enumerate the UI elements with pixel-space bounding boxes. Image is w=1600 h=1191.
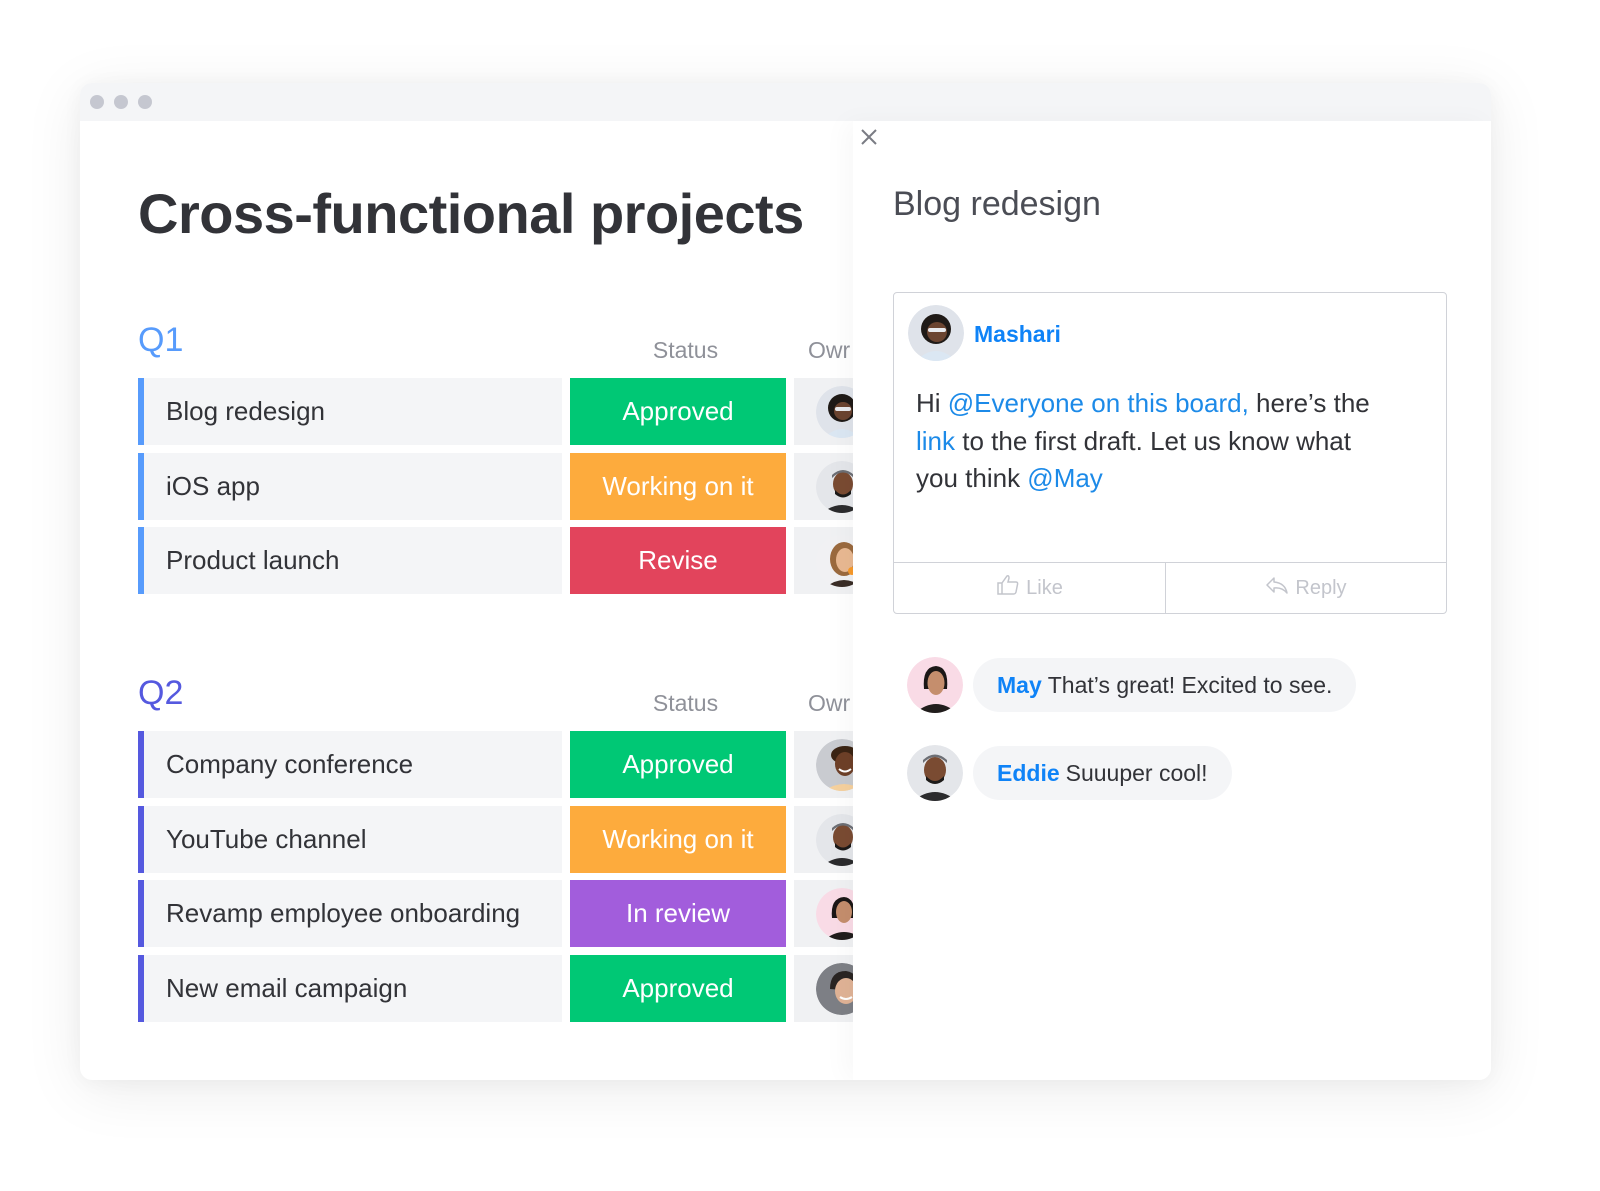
avatar — [907, 745, 963, 801]
table-row[interactable]: Product launch Revise — [138, 527, 914, 594]
item-name[interactable]: Revamp employee onboarding — [138, 880, 562, 947]
reply-text: That’s great! Excited to see. — [1047, 672, 1333, 698]
item-name[interactable]: iOS app — [138, 452, 562, 520]
item-updates-panel: Blog redesign Mashari Hi @Everyone on th… — [853, 121, 1491, 1080]
reply-text: Suuuper cool! — [1065, 760, 1208, 786]
window-dot[interactable] — [114, 95, 128, 109]
item-name[interactable]: Company conference — [138, 731, 562, 798]
status-cell[interactable]: Revise — [570, 527, 786, 594]
thumbs-up-icon — [996, 573, 1020, 603]
table-row[interactable]: Revamp employee onboarding In review — [138, 880, 914, 947]
reply-bubble: May That’s great! Excited to see. — [973, 658, 1357, 712]
column-header-status[interactable]: Status — [578, 690, 793, 717]
window-titlebar — [80, 83, 1491, 121]
post-text: to the first draft. Let us know what you… — [916, 425, 1351, 494]
status-cell[interactable]: In review — [570, 880, 786, 947]
table-row[interactable]: YouTube channel Working on it — [138, 805, 914, 873]
reply-author[interactable]: May — [997, 672, 1042, 698]
close-icon[interactable] — [859, 127, 879, 147]
group-title[interactable]: Q1 — [138, 321, 183, 360]
column-header-status[interactable]: Status — [578, 337, 793, 364]
panel-title: Blog redesign — [893, 185, 1101, 223]
item-name[interactable]: Product launch — [138, 527, 562, 594]
table-row[interactable]: New email campaign Approved — [138, 954, 914, 1022]
post-body: Hi @Everyone on this board, here’s the l… — [916, 385, 1396, 498]
item-name[interactable]: New email campaign — [138, 954, 562, 1022]
window-dot[interactable] — [138, 95, 152, 109]
avatar — [908, 305, 964, 361]
group-title[interactable]: Q2 — [138, 674, 183, 713]
status-cell[interactable]: Approved — [570, 731, 786, 798]
reply-button[interactable]: Reply — [1166, 563, 1446, 613]
table-row[interactable]: Blog redesign Approved — [138, 378, 914, 445]
like-label: Like — [1026, 576, 1063, 599]
update-post: Mashari Hi @Everyone on this board, here… — [893, 292, 1447, 614]
mention-everyone[interactable]: @Everyone on this board, — [948, 388, 1249, 418]
post-text: Hi — [916, 388, 948, 418]
app-window: Cross-functional projects Q1 Status Owr … — [80, 83, 1491, 1080]
column-header-owner[interactable]: Owr — [808, 690, 850, 717]
reply-arrow-icon — [1265, 575, 1289, 601]
board: Cross-functional projects Q1 Status Owr … — [80, 121, 914, 1080]
reply-label: Reply — [1295, 576, 1347, 599]
board-title: Cross-functional projects — [138, 182, 804, 245]
column-header-owner[interactable]: Owr — [808, 337, 850, 364]
table-row[interactable]: iOS app Working on it — [138, 452, 914, 520]
post-text: here’s the — [1248, 388, 1370, 418]
post-actions: Like Reply — [894, 562, 1446, 613]
reply-author[interactable]: Eddie — [997, 760, 1060, 786]
status-cell[interactable]: Working on it — [570, 805, 786, 873]
avatar — [907, 657, 963, 713]
mention-may[interactable]: @May — [1027, 463, 1103, 493]
post-author[interactable]: Mashari — [974, 321, 1061, 348]
like-button[interactable]: Like — [894, 563, 1166, 613]
item-name[interactable]: Blog redesign — [138, 378, 562, 445]
window-dot[interactable] — [90, 95, 104, 109]
status-cell[interactable]: Approved — [570, 954, 786, 1022]
status-cell[interactable]: Approved — [570, 378, 786, 445]
reply-bubble: Eddie Suuuper cool! — [973, 746, 1232, 800]
status-cell[interactable]: Working on it — [570, 452, 786, 520]
item-name[interactable]: YouTube channel — [138, 805, 562, 873]
draft-link[interactable]: link — [916, 426, 955, 456]
table-row[interactable]: Company conference Approved — [138, 731, 914, 798]
